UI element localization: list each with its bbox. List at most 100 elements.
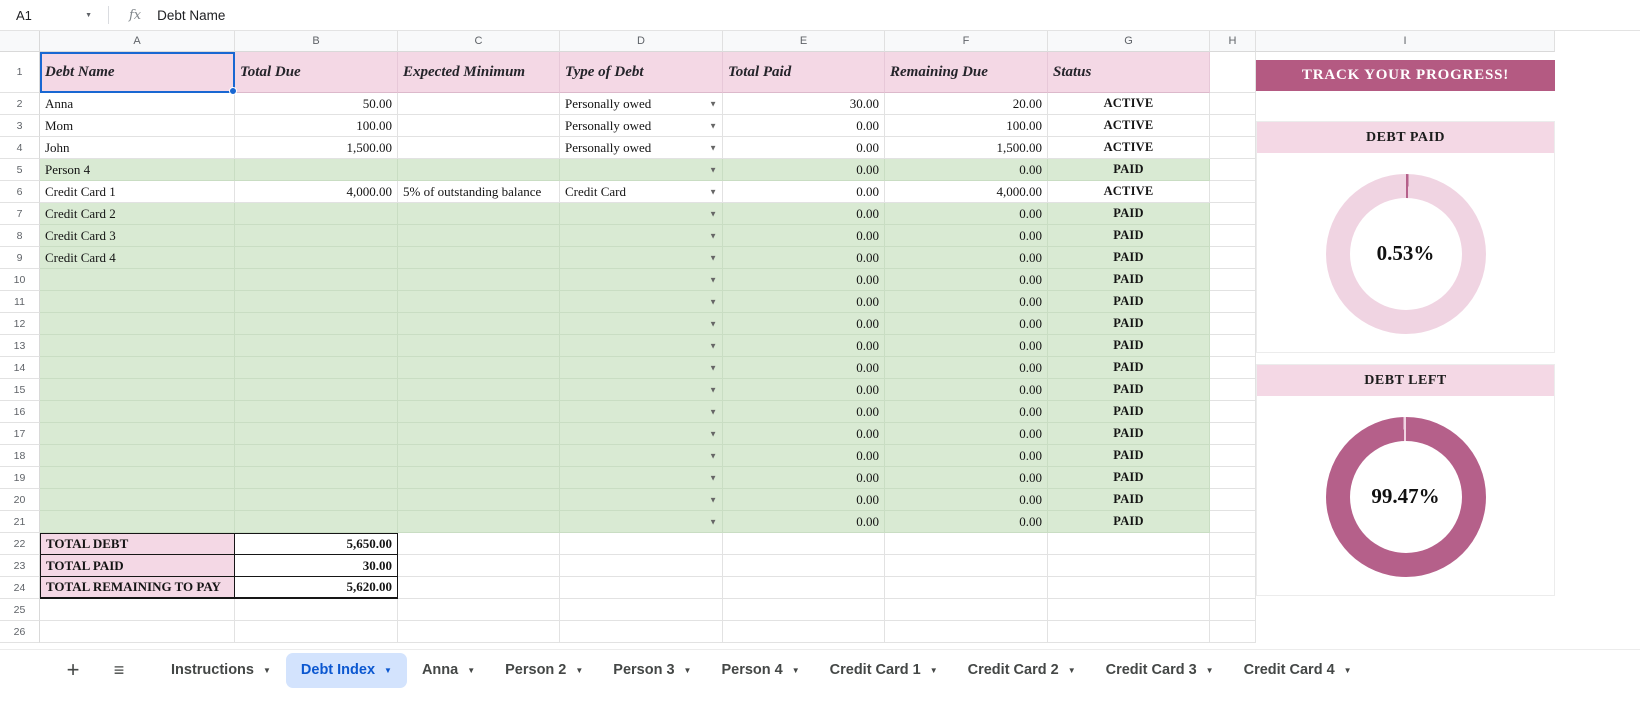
column-header-D[interactable]: D — [560, 31, 723, 52]
cell-A10[interactable] — [40, 269, 235, 291]
cell-B4[interactable]: 1,500.00 — [235, 137, 398, 159]
cell-F10[interactable]: 0.00 — [885, 269, 1048, 291]
cell-H2[interactable] — [1210, 93, 1256, 115]
cell-G24[interactable] — [1048, 577, 1210, 599]
cell-F22[interactable] — [885, 533, 1048, 555]
cell-E21[interactable]: 0.00 — [723, 511, 885, 533]
cell-F1[interactable]: Remaining Due — [885, 52, 1048, 93]
cell-F11[interactable]: 0.00 — [885, 291, 1048, 313]
cell-F3[interactable]: 100.00 — [885, 115, 1048, 137]
cell-H20[interactable] — [1210, 489, 1256, 511]
cell-F12[interactable]: 0.00 — [885, 313, 1048, 335]
dropdown-caret-icon[interactable]: ▼ — [709, 319, 717, 328]
row-header-20[interactable]: 20 — [0, 489, 40, 511]
cell-F17[interactable]: 0.00 — [885, 423, 1048, 445]
cell-A18[interactable] — [40, 445, 235, 467]
cell-G26[interactable] — [1048, 621, 1210, 643]
cell-C18[interactable] — [398, 445, 560, 467]
cell-D15[interactable]: ▼ — [560, 379, 723, 401]
cell-D13[interactable]: ▼ — [560, 335, 723, 357]
column-header-G[interactable]: G — [1048, 31, 1210, 52]
sheet-tab-caret-icon[interactable]: ▼ — [1068, 666, 1076, 675]
cell-G3[interactable]: ACTIVE — [1048, 115, 1210, 137]
formula-input[interactable]: Debt Name — [157, 8, 225, 23]
dropdown-caret-icon[interactable]: ▼ — [709, 341, 717, 350]
cell-D20[interactable]: ▼ — [560, 489, 723, 511]
row-header-15[interactable]: 15 — [0, 379, 40, 401]
cell-B6[interactable]: 4,000.00 — [235, 181, 398, 203]
cell-G1[interactable]: Status — [1048, 52, 1210, 93]
cell-H9[interactable] — [1210, 247, 1256, 269]
cell-G12[interactable]: PAID — [1048, 313, 1210, 335]
cell-G2[interactable]: ACTIVE — [1048, 93, 1210, 115]
cell-D4[interactable]: Personally owed▼ — [560, 137, 723, 159]
row-header-18[interactable]: 18 — [0, 445, 40, 467]
cell-B10[interactable] — [235, 269, 398, 291]
cell-G16[interactable]: PAID — [1048, 401, 1210, 423]
row-header-24[interactable]: 24 — [0, 577, 40, 599]
sheet-tab-caret-icon[interactable]: ▼ — [792, 666, 800, 675]
cell-H24[interactable] — [1210, 577, 1256, 599]
row-header-19[interactable]: 19 — [0, 467, 40, 489]
cell-C8[interactable] — [398, 225, 560, 247]
cell-A16[interactable] — [40, 401, 235, 423]
cell-H1[interactable] — [1210, 52, 1256, 93]
cell-B2[interactable]: 50.00 — [235, 93, 398, 115]
cell-D17[interactable]: ▼ — [560, 423, 723, 445]
cell-F25[interactable] — [885, 599, 1048, 621]
cell-A12[interactable] — [40, 313, 235, 335]
add-sheet-button[interactable]: + — [58, 655, 88, 685]
cell-E25[interactable] — [723, 599, 885, 621]
cell-H13[interactable] — [1210, 335, 1256, 357]
cell-F16[interactable]: 0.00 — [885, 401, 1048, 423]
cell-E5[interactable]: 0.00 — [723, 159, 885, 181]
cell-C24[interactable] — [398, 577, 560, 599]
column-header-A[interactable]: A — [40, 31, 235, 52]
sheet-tab-credit-card-1[interactable]: Credit Card 1▼ — [815, 653, 953, 688]
cell-E18[interactable]: 0.00 — [723, 445, 885, 467]
cell-A15[interactable] — [40, 379, 235, 401]
cell-E13[interactable]: 0.00 — [723, 335, 885, 357]
dropdown-caret-icon[interactable]: ▼ — [709, 385, 717, 394]
dropdown-caret-icon[interactable]: ▼ — [709, 231, 717, 240]
sheet-tab-debt-index[interactable]: Debt Index▼ — [286, 653, 407, 688]
cell-B15[interactable] — [235, 379, 398, 401]
cell-D2[interactable]: Personally owed▼ — [560, 93, 723, 115]
cell-A9[interactable]: Credit Card 4 — [40, 247, 235, 269]
row-header-22[interactable]: 22 — [0, 533, 40, 555]
sheet-tab-caret-icon[interactable]: ▼ — [1344, 666, 1352, 675]
cell-E4[interactable]: 0.00 — [723, 137, 885, 159]
cell-G11[interactable]: PAID — [1048, 291, 1210, 313]
cell-D6[interactable]: Credit Card▼ — [560, 181, 723, 203]
cell-D19[interactable]: ▼ — [560, 467, 723, 489]
cell-A26[interactable] — [40, 621, 235, 643]
cell-H26[interactable] — [1210, 621, 1256, 643]
cell-A19[interactable] — [40, 467, 235, 489]
row-header-14[interactable]: 14 — [0, 357, 40, 379]
cell-H15[interactable] — [1210, 379, 1256, 401]
cell-E19[interactable]: 0.00 — [723, 467, 885, 489]
select-all-corner[interactable] — [0, 31, 40, 52]
cell-E2[interactable]: 30.00 — [723, 93, 885, 115]
cell-A21[interactable] — [40, 511, 235, 533]
cell-C26[interactable] — [398, 621, 560, 643]
cell-D8[interactable]: ▼ — [560, 225, 723, 247]
row-header-11[interactable]: 11 — [0, 291, 40, 313]
sheet-tab-caret-icon[interactable]: ▼ — [1206, 666, 1214, 675]
cell-G5[interactable]: PAID — [1048, 159, 1210, 181]
row-header-5[interactable]: 5 — [0, 159, 40, 181]
cell-D25[interactable] — [560, 599, 723, 621]
cell-A24[interactable]: TOTAL REMAINING TO PAY — [40, 577, 235, 599]
cell-H10[interactable] — [1210, 269, 1256, 291]
sheet-tab-caret-icon[interactable]: ▼ — [684, 666, 692, 675]
debt-paid-chart[interactable]: DEBT PAID 0.53% — [1256, 121, 1555, 353]
dropdown-caret-icon[interactable]: ▼ — [709, 143, 717, 152]
all-sheets-menu-button[interactable]: ≡ — [104, 655, 134, 685]
cell-E8[interactable]: 0.00 — [723, 225, 885, 247]
cell-F2[interactable]: 20.00 — [885, 93, 1048, 115]
cell-name-box[interactable]: A1 ▼ — [0, 8, 98, 23]
cell-B18[interactable] — [235, 445, 398, 467]
dropdown-caret-icon[interactable]: ▼ — [709, 209, 717, 218]
cell-A4[interactable]: John — [40, 137, 235, 159]
cell-B5[interactable] — [235, 159, 398, 181]
